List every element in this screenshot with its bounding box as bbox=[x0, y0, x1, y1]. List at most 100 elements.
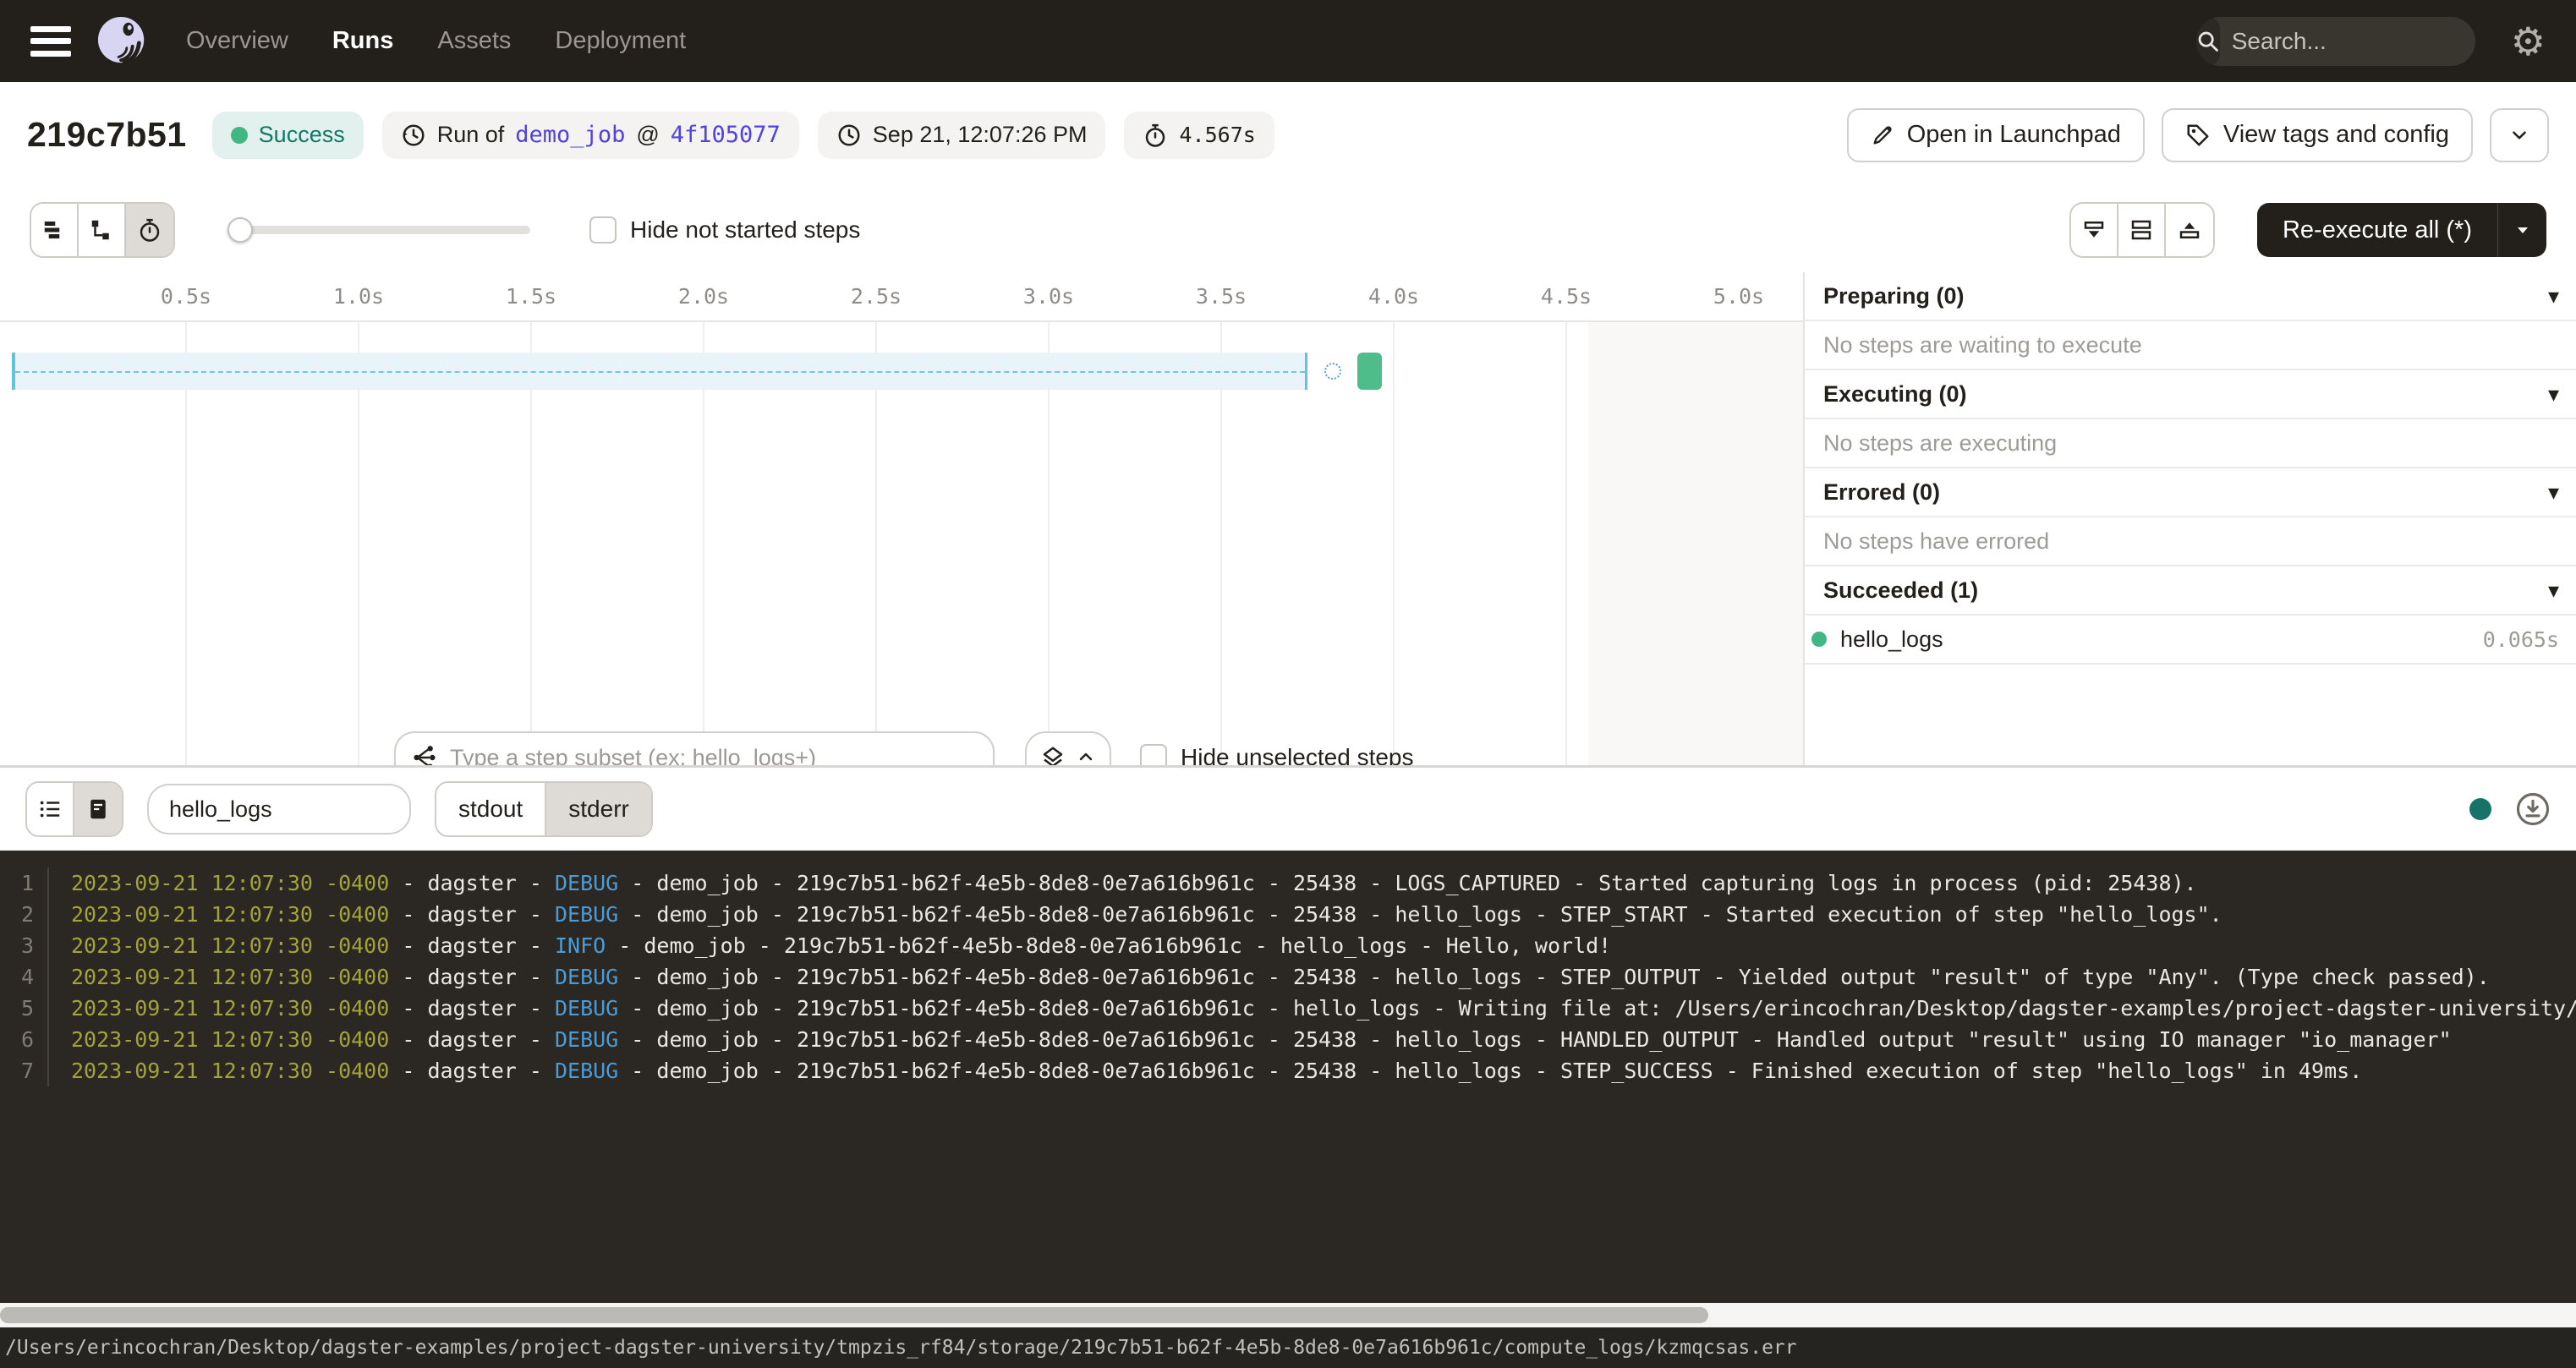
flat-view-button[interactable] bbox=[31, 204, 79, 256]
download-icon[interactable] bbox=[2515, 791, 2551, 827]
log-line: 72023-09-21 12:07:30 -0400 - dagster - D… bbox=[0, 1055, 2576, 1086]
step-subset-input[interactable] bbox=[450, 745, 978, 769]
nav-item-runs[interactable]: Runs bbox=[332, 27, 394, 55]
dagster-logo[interactable] bbox=[96, 15, 149, 68]
structured-log-view-button[interactable] bbox=[27, 783, 74, 835]
log-line: 12023-09-21 12:07:30 -0400 - dagster - D… bbox=[0, 867, 2576, 899]
nav-item-assets[interactable]: Assets bbox=[437, 27, 511, 55]
log-line: 52023-09-21 12:07:30 -0400 - dagster - D… bbox=[0, 993, 2576, 1024]
run-timestamp: Sep 21, 12:07:26 PM bbox=[873, 122, 1088, 148]
open-in-launchpad-button[interactable]: Open in Launchpad bbox=[1847, 108, 2145, 162]
job-link[interactable]: demo_job bbox=[515, 122, 625, 148]
timeline-axis: 0.5s1.0s1.5s2.0s2.5s3.0s3.5s4.0s4.5s5.0s bbox=[0, 272, 1803, 322]
log-toolbar: stdout stderr bbox=[0, 768, 2576, 851]
step-subset-field[interactable] bbox=[394, 731, 995, 768]
hide-unselected-checkbox[interactable] bbox=[1140, 744, 1167, 768]
global-search[interactable]: / bbox=[2196, 17, 2475, 66]
commit-link[interactable]: 4f105077 bbox=[671, 122, 781, 148]
log-line-number: 3 bbox=[0, 933, 47, 958]
log-capture-status-icon bbox=[2469, 798, 2491, 820]
success-dot-icon bbox=[231, 127, 248, 144]
step-marker-circle bbox=[1324, 363, 1341, 380]
status-badge: Success bbox=[212, 112, 364, 159]
gridline bbox=[1393, 322, 1395, 768]
log-line-text: 2023-09-21 12:07:30 -0400 - dagster - DE… bbox=[47, 993, 2576, 1024]
step-bar-hello-logs[interactable] bbox=[1357, 353, 1382, 390]
log-line-number: 7 bbox=[0, 1059, 47, 1083]
tab-stderr[interactable]: stderr bbox=[546, 783, 651, 835]
hide-not-started-label: Hide not started steps bbox=[630, 216, 860, 244]
section-header[interactable]: Succeeded (1)▾ bbox=[1805, 566, 2576, 616]
step-waiting-band bbox=[12, 353, 1307, 390]
axis-tick-label: 2.0s bbox=[678, 284, 729, 309]
run-of-tag: Run of demo_job @ 4f105077 bbox=[382, 112, 799, 159]
raw-log-viewer[interactable]: 12023-09-21 12:07:30 -0400 - dagster - D… bbox=[0, 851, 2576, 1305]
hide-unselected-label: Hide unselected steps bbox=[1181, 744, 1414, 768]
hamburger-menu-icon[interactable] bbox=[30, 26, 71, 57]
hide-not-started-checkbox[interactable] bbox=[589, 216, 617, 244]
timed-view-button[interactable] bbox=[126, 204, 173, 256]
graph-icon bbox=[411, 744, 438, 768]
hide-unselected-checkrow[interactable]: Hide unselected steps bbox=[1140, 744, 1414, 768]
zoom-slider-handle[interactable] bbox=[227, 217, 253, 243]
status-label: Success bbox=[259, 122, 345, 148]
section-title: Succeeded (1) bbox=[1823, 577, 2548, 604]
log-line-number: 6 bbox=[0, 1027, 47, 1052]
axis-tick-label: 4.0s bbox=[1368, 284, 1419, 309]
gear-icon[interactable]: ⚙ bbox=[2511, 22, 2546, 61]
duration-tag: 4.567s bbox=[1124, 112, 1274, 159]
layers-icon bbox=[1040, 745, 1066, 768]
log-status-bar: /Users/erincochran/Desktop/dagster-examp… bbox=[0, 1327, 2576, 1368]
axis-tick-label: 0.5s bbox=[161, 284, 211, 309]
log-line-number: 2 bbox=[0, 902, 47, 927]
nav-item-deployment[interactable]: Deployment bbox=[555, 27, 686, 55]
section-empty-row: No steps have errored bbox=[1805, 517, 2576, 566]
waterfall-view-button[interactable] bbox=[79, 204, 126, 256]
log-filter-field[interactable] bbox=[147, 784, 411, 834]
log-scrollbar-thumb[interactable] bbox=[0, 1307, 1708, 1323]
pencil-icon bbox=[1871, 123, 1894, 147]
step-row[interactable]: hello_logs0.065s bbox=[1805, 616, 2576, 665]
split-view-button[interactable] bbox=[2118, 204, 2166, 256]
search-input[interactable] bbox=[2220, 28, 2475, 55]
section-header[interactable]: Errored (0)▾ bbox=[1805, 468, 2576, 517]
view-tags-config-button[interactable]: View tags and config bbox=[2162, 108, 2473, 162]
stdout-stderr-tabs: stdout stderr bbox=[435, 781, 653, 837]
section-caret-icon[interactable]: ▾ bbox=[2548, 381, 2559, 408]
nav-item-overview[interactable]: Overview bbox=[186, 27, 288, 55]
section-caret-icon[interactable]: ▾ bbox=[2548, 283, 2559, 309]
log-filter-input[interactable] bbox=[169, 796, 389, 823]
section-caret-icon[interactable]: ▾ bbox=[2548, 479, 2559, 506]
at-symbol: @ bbox=[636, 122, 659, 148]
step-controls-row: Hide unselected steps bbox=[0, 731, 1803, 768]
collapse-bottom-button[interactable] bbox=[2071, 204, 2118, 256]
reexecute-dropdown-button[interactable] bbox=[2497, 203, 2546, 257]
raw-log-view-button[interactable] bbox=[74, 783, 122, 835]
reexecute-all-button[interactable]: Re-execute all (*) bbox=[2257, 203, 2546, 257]
zoom-slider[interactable] bbox=[227, 217, 530, 243]
tab-stdout[interactable]: stdout bbox=[436, 783, 546, 835]
section-title: Preparing (0) bbox=[1823, 283, 2548, 309]
section-caret-icon[interactable]: ▾ bbox=[2548, 577, 2559, 604]
collapse-top-button[interactable] bbox=[2166, 204, 2213, 256]
gantt-view-mode-group bbox=[30, 202, 175, 258]
timestamp-tag: Sep 21, 12:07:26 PM bbox=[818, 112, 1106, 159]
run-of-prefix: Run of bbox=[437, 122, 505, 148]
run-header: 219c7b51 Success Run of demo_job @ 4f105… bbox=[0, 82, 2576, 188]
hide-not-started-checkrow[interactable]: Hide not started steps bbox=[589, 216, 860, 244]
section-header[interactable]: Preparing (0)▾ bbox=[1805, 272, 2576, 321]
tag-icon bbox=[2185, 123, 2211, 148]
primary-nav: Overview Runs Assets Deployment bbox=[186, 27, 686, 55]
axis-tick-label: 1.5s bbox=[506, 284, 556, 309]
graph-query-toggle-button[interactable] bbox=[1025, 731, 1111, 768]
log-line-text: 2023-09-21 12:07:30 -0400 - dagster - IN… bbox=[47, 930, 1611, 961]
section-header[interactable]: Executing (0)▾ bbox=[1805, 370, 2576, 419]
open-in-launchpad-label: Open in Launchpad bbox=[1907, 121, 2121, 149]
panel-layout-group bbox=[2069, 202, 2215, 258]
run-actions-dropdown-button[interactable] bbox=[2490, 108, 2549, 162]
log-view-mode-group bbox=[25, 781, 123, 837]
log-line-number: 4 bbox=[0, 965, 47, 989]
log-file-path: /Users/erincochran/Desktop/dagster-examp… bbox=[5, 1337, 1797, 1359]
log-line-text: 2023-09-21 12:07:30 -0400 - dagster - DE… bbox=[47, 867, 2197, 899]
chevron-down-icon bbox=[2508, 124, 2530, 146]
